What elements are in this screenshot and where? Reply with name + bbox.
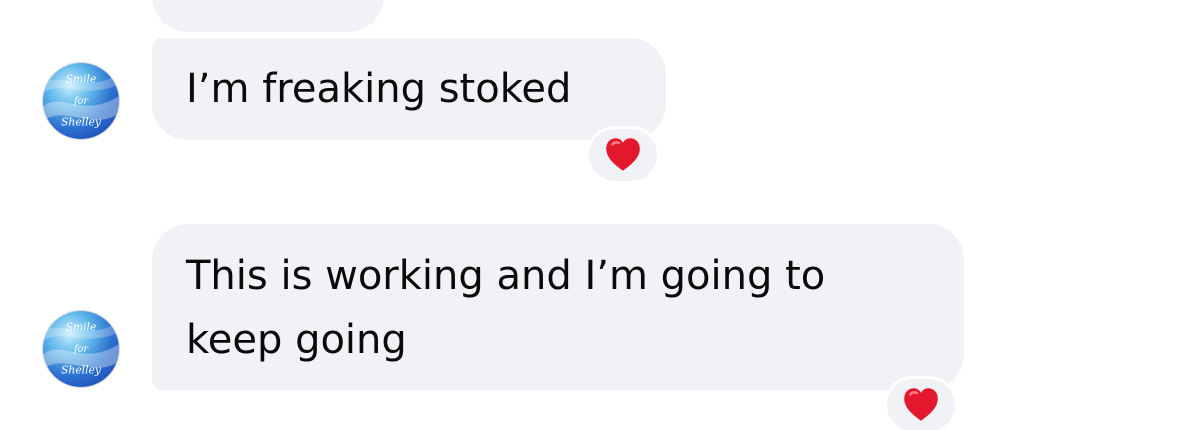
message-text: This is working and I’m going to keep go… xyxy=(186,253,826,363)
message-text: I’m freaking stoked xyxy=(186,66,572,112)
message-bubble[interactable]: I’m freaking stoked xyxy=(152,38,666,140)
red-heart-icon xyxy=(602,134,644,176)
svg-text:Shelley: Shelley xyxy=(61,363,102,376)
svg-text:for: for xyxy=(73,344,89,355)
message-bubble[interactable]: This is working and I’m going to keep go… xyxy=(152,224,964,390)
red-heart-icon xyxy=(900,384,942,426)
chat-thread: Smile for Shelley I’m freaking stoked Sm… xyxy=(0,0,1200,430)
message-reaction[interactable] xyxy=(884,376,958,430)
svg-text:Smile: Smile xyxy=(66,72,97,85)
avatar[interactable]: Smile for Shelley xyxy=(42,310,120,388)
svg-text:Smile: Smile xyxy=(66,320,97,333)
message-reaction[interactable] xyxy=(586,126,660,184)
svg-text:Shelley: Shelley xyxy=(61,115,102,128)
svg-text:for: for xyxy=(73,96,89,107)
previous-message-bubble[interactable] xyxy=(152,0,384,32)
avatar[interactable]: Smile for Shelley xyxy=(42,62,120,140)
